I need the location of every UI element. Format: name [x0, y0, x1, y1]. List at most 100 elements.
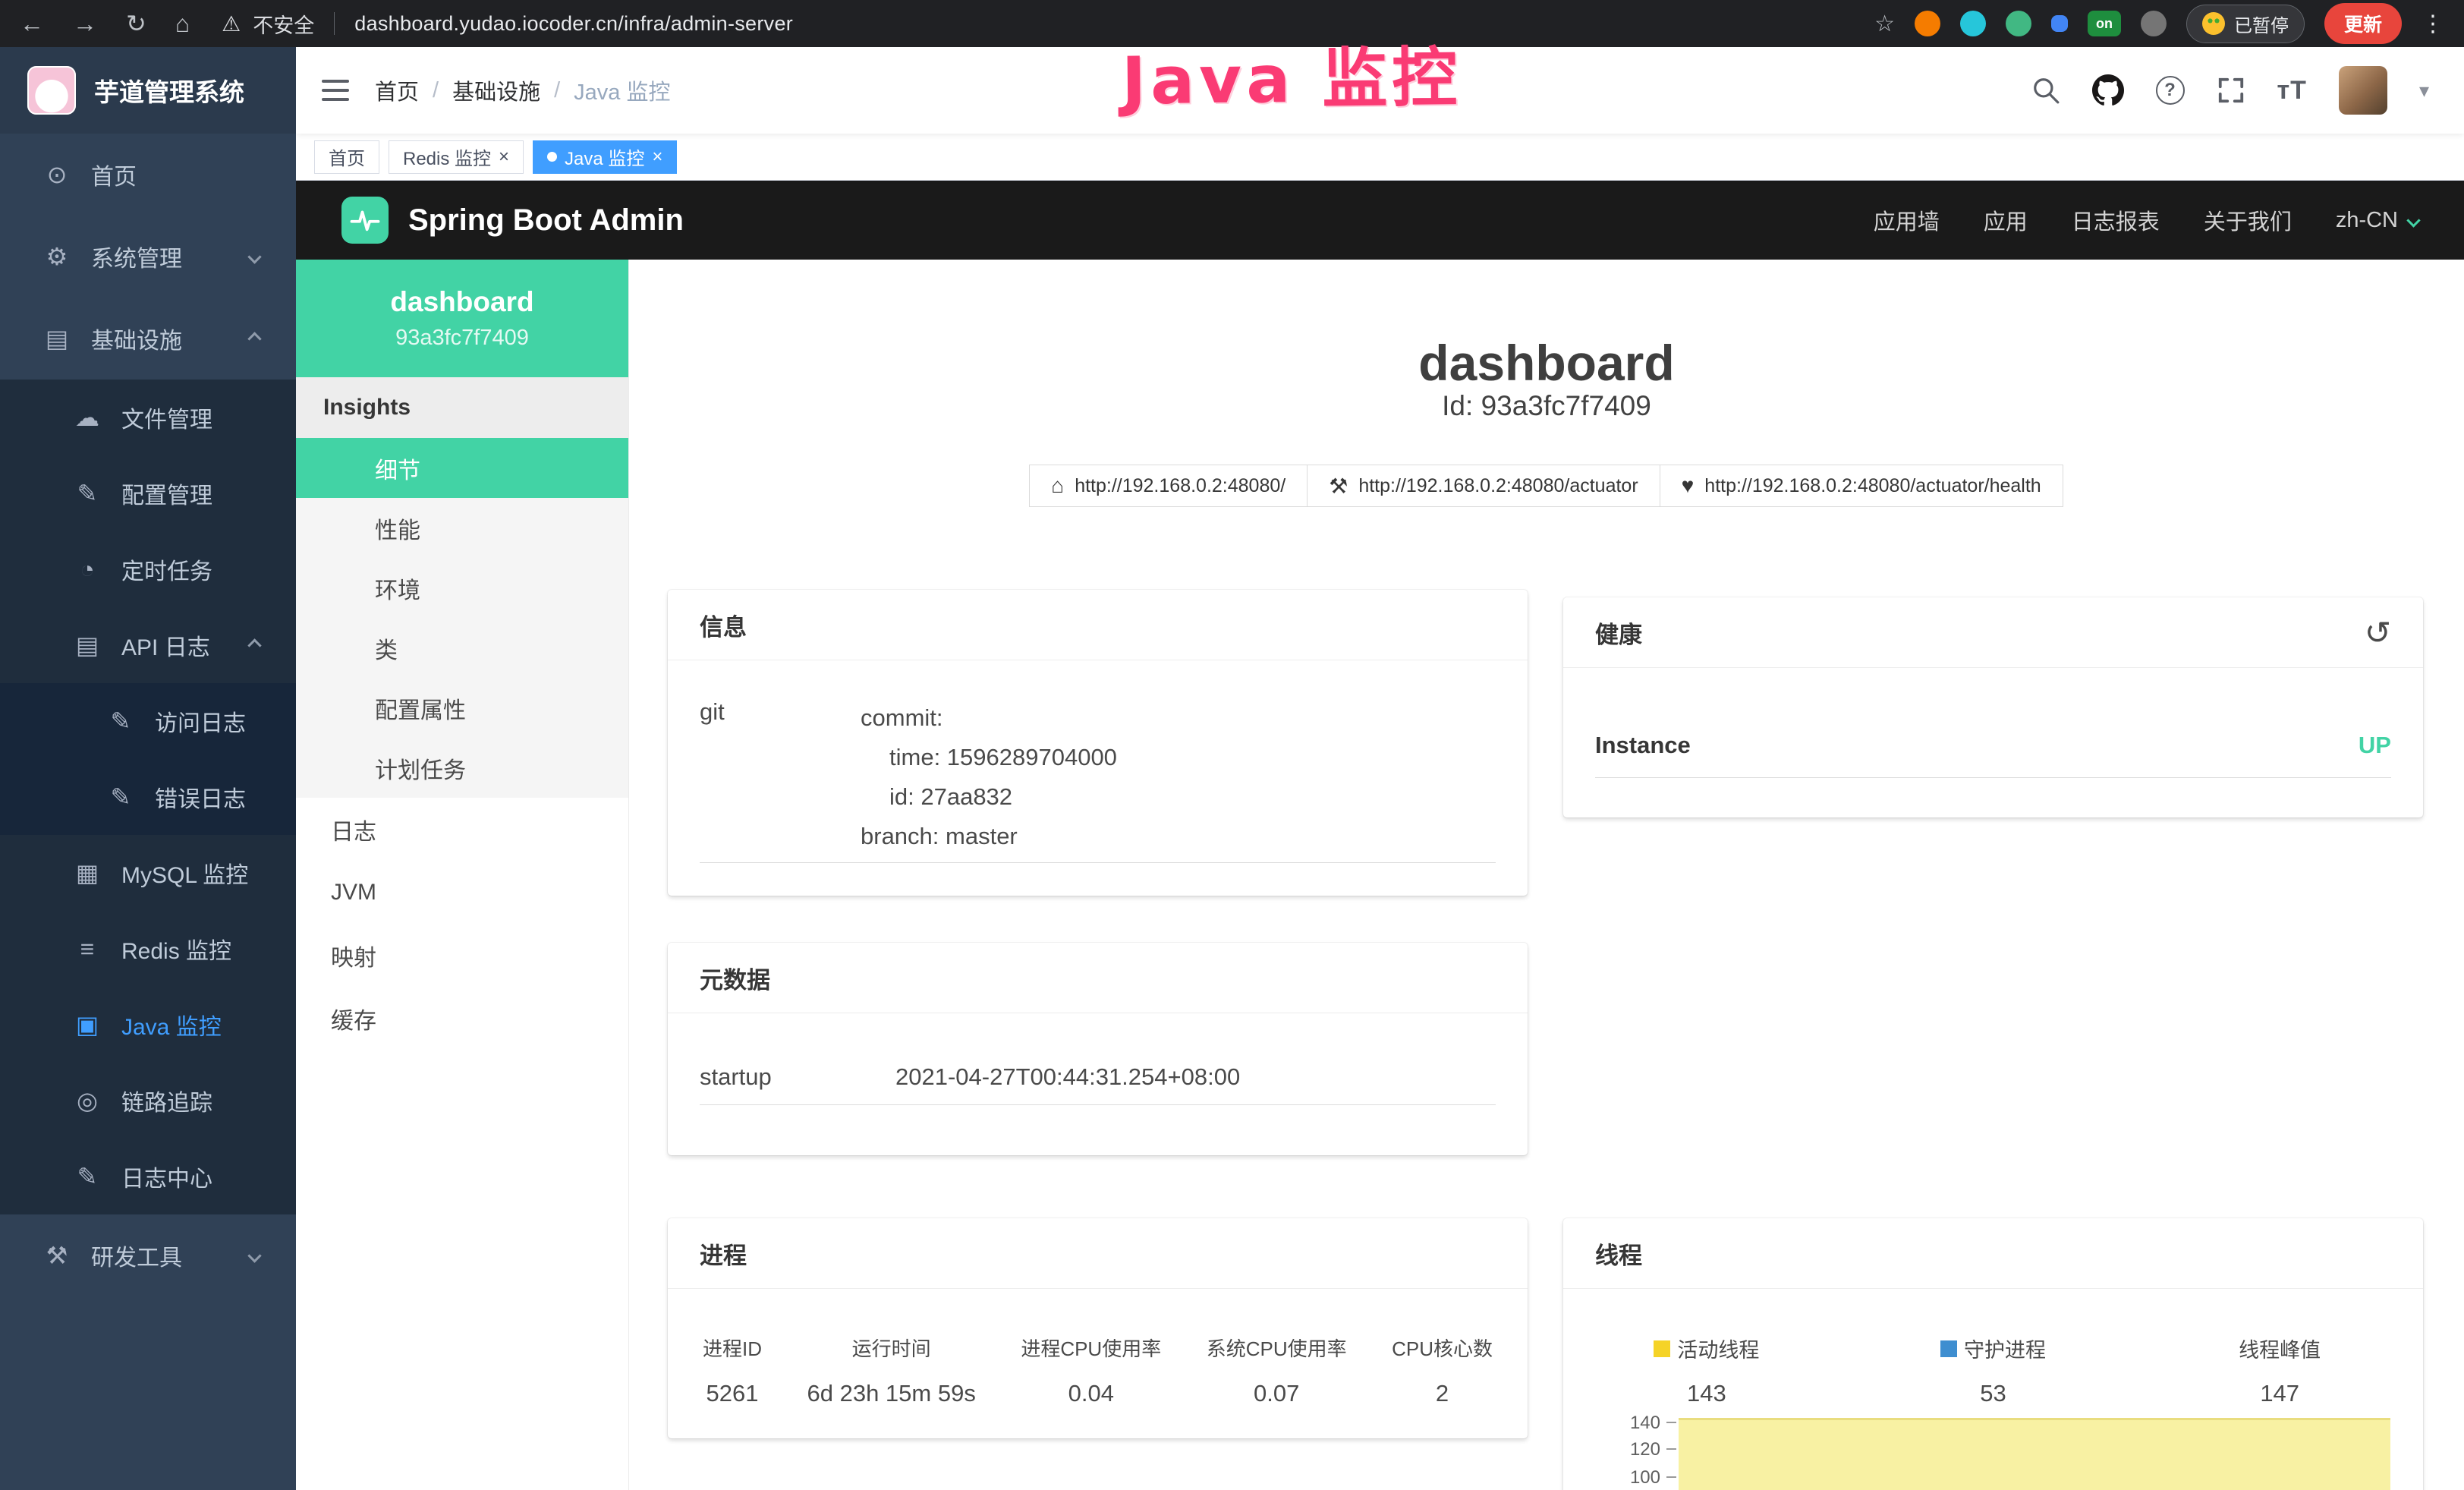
address-bar[interactable]: ⚠ 不安全 dashboard.yudao.iocoder.cn/infra/a…: [222, 9, 793, 39]
sba-nav-journal[interactable]: 日志报表: [2072, 204, 2160, 236]
extension-on-badge[interactable]: on: [2088, 11, 2121, 36]
sidebar-item-log-center[interactable]: ✎ 日志中心: [0, 1139, 296, 1214]
legend-peak-threads: 线程峰值 147: [2136, 1334, 2423, 1407]
locale-selector[interactable]: zh-CN: [2336, 208, 2418, 233]
sidebar-item-redis[interactable]: ≡ Redis 监控: [0, 911, 296, 987]
eye-icon: ◎: [73, 1086, 102, 1115]
threads-card-title: 线程: [1595, 1236, 1642, 1271]
browser-menu-icon[interactable]: ⋮: [2422, 11, 2444, 37]
sba-item-scheduled-tasks[interactable]: 计划任务: [296, 738, 628, 798]
help-icon[interactable]: ?: [2156, 76, 2185, 105]
browser-home-icon[interactable]: ⌂: [175, 10, 190, 38]
sba-item-logs[interactable]: 日志: [296, 798, 628, 861]
history-icon[interactable]: ↺: [2365, 614, 2391, 651]
edit-icon: ✎: [73, 479, 102, 508]
sidebar-item-infra[interactable]: ▤ 基础设施: [0, 298, 296, 380]
chevron-up-icon: [247, 638, 261, 652]
extension-icon[interactable]: [2006, 11, 2031, 36]
sba-item-environment[interactable]: 环境: [296, 558, 628, 618]
breadcrumb-infra[interactable]: 基础设施: [452, 74, 540, 106]
sidebar-item-system[interactable]: ⚙ 系统管理: [0, 216, 296, 298]
tab-bar: 首页 Redis 监控 × Java 监控 ×: [296, 134, 2464, 181]
legend-daemon-threads: 守护进程 53: [1850, 1334, 2137, 1407]
sidebar-label: 基础设施: [91, 322, 182, 355]
font-size-icon[interactable]: тT: [2277, 76, 2307, 106]
sba-item-mappings[interactable]: 映射: [296, 924, 628, 987]
instance-title: dashboard: [629, 334, 2464, 392]
app-logo-row[interactable]: 芋道管理系统: [0, 47, 296, 134]
fullscreen-icon[interactable]: [2217, 76, 2245, 105]
row-divider: [700, 862, 1496, 863]
url-text: dashboard.yudao.iocoder.cn/infra/admin-s…: [354, 12, 793, 36]
metadata-key: startup: [700, 1063, 895, 1091]
extension-icon[interactable]: [2141, 11, 2167, 36]
sba-nav-about[interactable]: 关于我们: [2204, 204, 2292, 236]
sba-item-caches[interactable]: 缓存: [296, 987, 628, 1050]
sba-item-jvm[interactable]: JVM: [296, 861, 628, 924]
user-avatar[interactable]: [2339, 66, 2387, 115]
back-icon[interactable]: ←: [20, 10, 44, 38]
sba-main: dashboard Id: 93a3fc7f7409 ⌂ http://192.…: [629, 260, 2464, 1490]
home-icon: ⌂: [1051, 474, 1064, 498]
sba-app-header[interactable]: dashboard 93a3fc7f7409: [296, 260, 628, 377]
app-logo: [27, 66, 76, 115]
sidebar-item-files[interactable]: ☁ 文件管理: [0, 380, 296, 455]
sidebar-item-devtools[interactable]: ⚒ 研发工具: [0, 1214, 296, 1296]
sidebar-item-config[interactable]: ✎ 配置管理: [0, 455, 296, 531]
sba-nav-applications[interactable]: 应用: [1984, 204, 2028, 236]
sba-item-metrics[interactable]: 性能: [296, 498, 628, 558]
extension-icon[interactable]: [1915, 11, 1940, 36]
sidebar-item-mysql[interactable]: ▦ MySQL 监控: [0, 835, 296, 911]
metadata-card: 元数据 startup 2021-04-27T00:44:31.254+08:0…: [668, 943, 1528, 1155]
close-icon[interactable]: ×: [499, 148, 509, 166]
tab-home[interactable]: 首页: [314, 140, 379, 174]
grid-icon: ▦: [73, 858, 102, 887]
sidebar-item-jobs[interactable]: ◔ 定时任务: [0, 531, 296, 607]
sidebar-label: 文件管理: [121, 401, 212, 434]
paused-label: 已暂停: [2234, 11, 2289, 37]
sba-item-details[interactable]: 细节: [296, 438, 628, 498]
hamburger-icon[interactable]: [322, 78, 349, 102]
profile-paused-pill[interactable]: 已暂停: [2186, 5, 2305, 43]
github-icon[interactable]: [2092, 74, 2124, 106]
tab-java[interactable]: Java 监控 ×: [533, 140, 677, 174]
sidebar-label: API 日志: [121, 628, 210, 662]
sidebar-item-java[interactable]: ▣ Java 监控: [0, 987, 296, 1063]
omnibox-divider: [334, 12, 335, 35]
service-url-button[interactable]: ⌂ http://192.168.0.2:48080/: [1029, 465, 1308, 507]
sba-insights-group: 细节 性能 环境 类 配置属性 计划任务: [296, 438, 628, 798]
health-url: http://192.168.0.2:48080/actuator/health: [1704, 475, 2041, 497]
tab-redis[interactable]: Redis 监控 ×: [389, 140, 524, 174]
threads-area-chart: [1679, 1418, 2390, 1490]
breadcrumb-home[interactable]: 首页: [375, 74, 419, 106]
extension-icon[interactable]: [1960, 11, 1986, 36]
sidebar-label: 链路追踪: [121, 1084, 212, 1117]
sidebar-label: 研发工具: [91, 1239, 182, 1272]
health-url-button[interactable]: ♥ http://192.168.0.2:48080/actuator/heal…: [1660, 465, 2063, 507]
sba-item-config-props[interactable]: 配置属性: [296, 678, 628, 738]
sidebar-item-access-log[interactable]: ✎ 访问日志: [0, 683, 296, 759]
sidebar-item-home[interactable]: ⊙ 首页: [0, 134, 296, 216]
process-pid: 进程ID 5261: [703, 1334, 762, 1407]
sba-item-classes[interactable]: 类: [296, 618, 628, 678]
actuator-url-button[interactable]: ⚒ http://192.168.0.2:48080/actuator: [1307, 465, 1660, 507]
breadcrumb-separator: /: [554, 78, 560, 103]
sba-brand[interactable]: Spring Boot Admin: [341, 197, 684, 244]
sidebar-label: 首页: [91, 158, 137, 191]
sidebar-item-api-log[interactable]: ▤ API 日志: [0, 607, 296, 683]
close-icon[interactable]: ×: [652, 148, 662, 166]
search-icon[interactable]: [2031, 76, 2060, 105]
profile-avatar: [2202, 12, 2225, 35]
bookmark-star-icon[interactable]: ☆: [1874, 11, 1895, 37]
extension-icon[interactable]: [2051, 15, 2068, 32]
breadcrumb: 首页 / 基础设施 / Java 监控: [375, 74, 670, 106]
update-button[interactable]: 更新: [2324, 3, 2402, 44]
caret-down-icon[interactable]: ▾: [2419, 79, 2429, 102]
sidebar-item-error-log[interactable]: ✎ 错误日志: [0, 759, 296, 835]
sidebar-item-trace[interactable]: ◎ 链路追踪: [0, 1063, 296, 1139]
forward-icon[interactable]: →: [73, 10, 97, 38]
reload-icon[interactable]: ↻: [126, 9, 146, 38]
sba-nav-wallboard[interactable]: 应用墙: [1874, 204, 1940, 236]
document-icon: ✎: [106, 783, 135, 811]
system-cpu: 系统CPU使用率 0.07: [1207, 1334, 1347, 1407]
